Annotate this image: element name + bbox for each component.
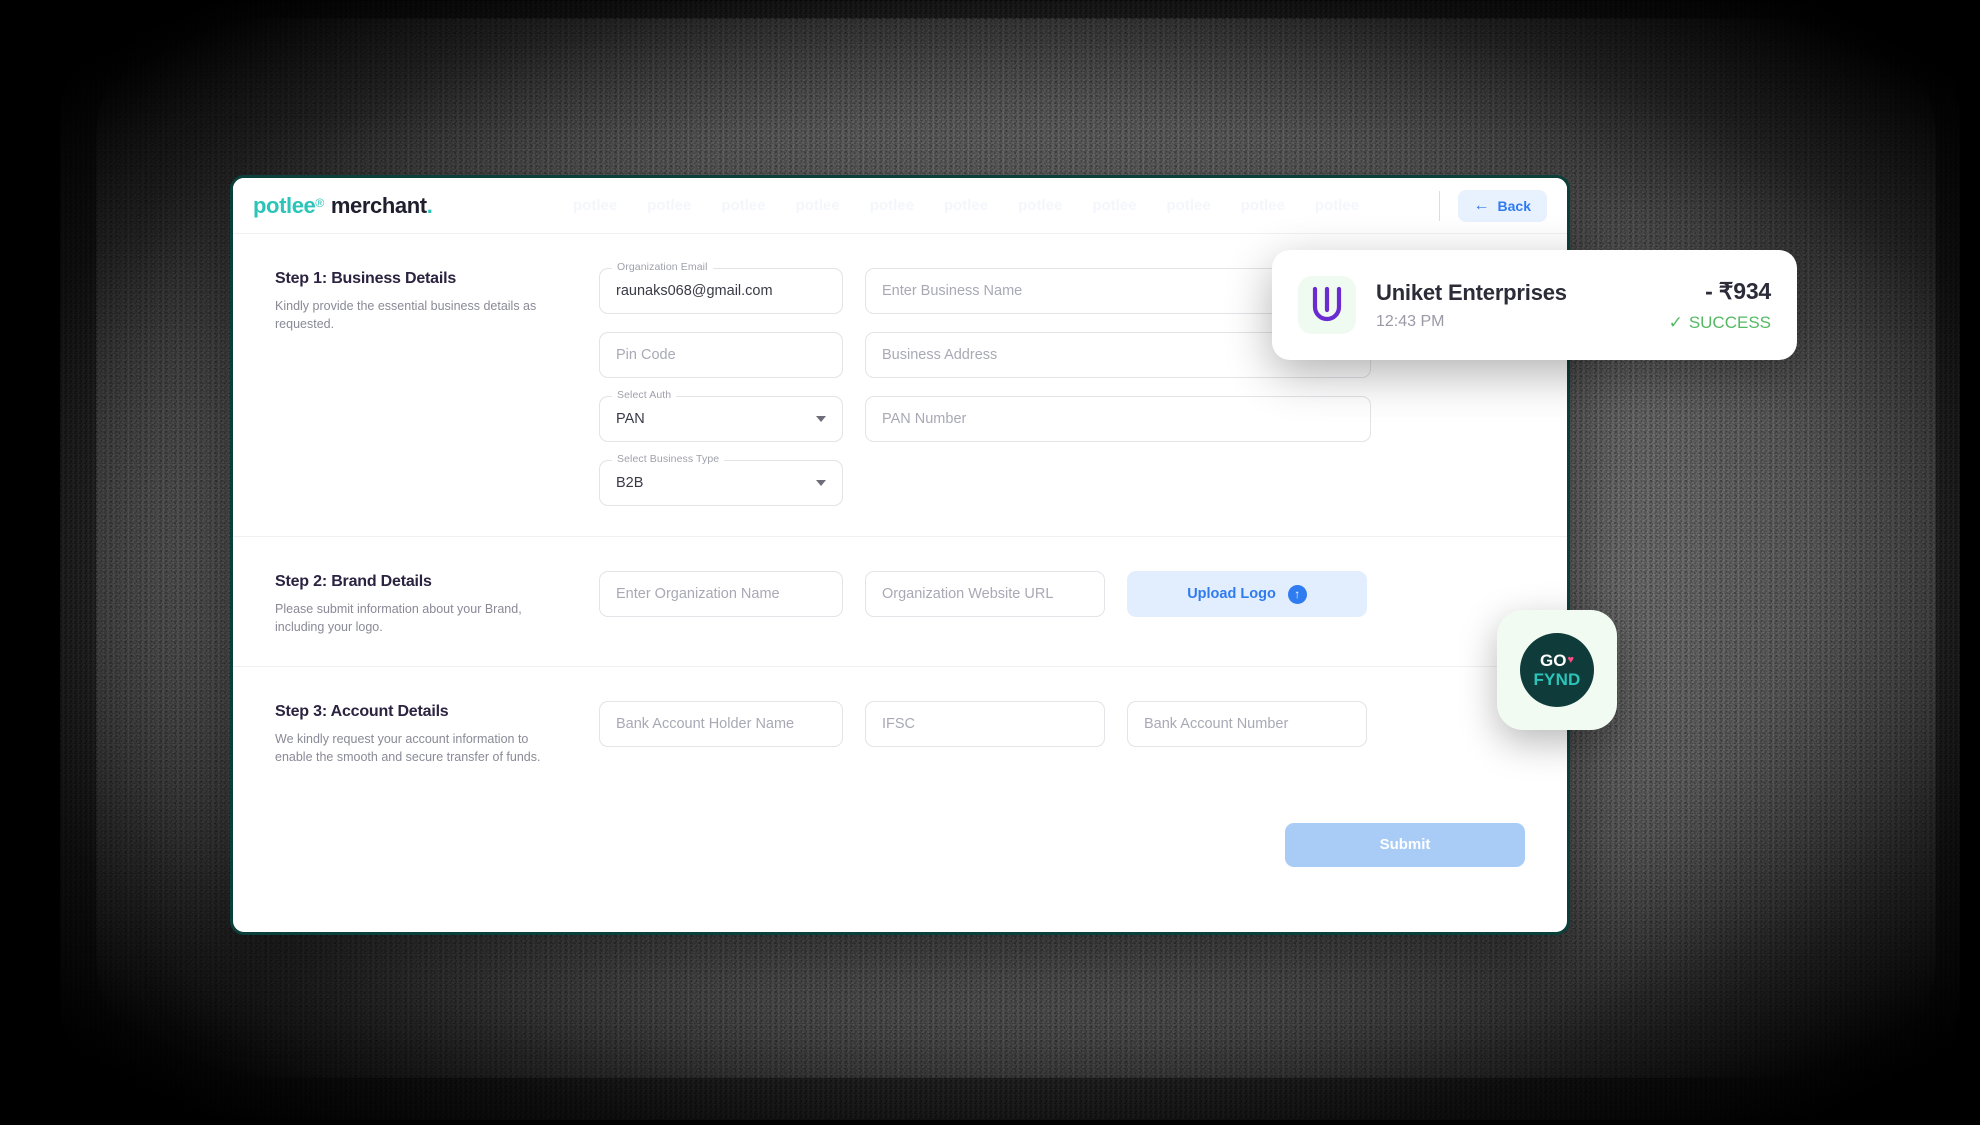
organization-website-url-input[interactable]: Organization Website URL bbox=[865, 571, 1105, 617]
transaction-amount-group: - ₹934 ✓ SUCCESS bbox=[1669, 277, 1772, 333]
header-right-group: ← Back bbox=[1438, 178, 1567, 233]
status-badge: ✓ SUCCESS bbox=[1669, 313, 1771, 333]
upload-logo-label: Upload Logo bbox=[1187, 586, 1276, 602]
organization-email-label: Organization Email bbox=[612, 261, 713, 273]
gofynd-go-label: GO bbox=[1540, 651, 1567, 670]
pin-code-input[interactable]: Pin Code bbox=[599, 332, 843, 378]
watermark-word: potlee bbox=[573, 197, 618, 214]
gofynd-fynd-label: FYND bbox=[1533, 670, 1581, 689]
step-description: Please submit information about your Bra… bbox=[275, 602, 522, 635]
watermark-word: potlee bbox=[1092, 197, 1137, 214]
upload-logo-button[interactable]: Upload Logo ↑ bbox=[1127, 571, 1367, 617]
transaction-notification-card[interactable]: Uniket Enterprises 12:43 PM - ₹934 ✓ SUC… bbox=[1272, 250, 1797, 360]
select-business-type-select[interactable]: Select Business Type B2B bbox=[599, 453, 843, 506]
organization-name-input[interactable]: Enter Organization Name bbox=[599, 571, 843, 617]
transaction-time: 12:43 PM bbox=[1376, 312, 1445, 330]
step-fields: Bank Account Holder Name IFSC Bank Account… bbox=[599, 701, 1525, 766]
pan-number-placeholder: PAN Number bbox=[882, 411, 967, 427]
select-auth-label: Select Auth bbox=[612, 389, 677, 401]
chevron-down-icon bbox=[816, 480, 826, 486]
transaction-details: Uniket Enterprises 12:43 PM bbox=[1376, 280, 1567, 331]
status-label: SUCCESS bbox=[1688, 312, 1771, 332]
brand-name-primary: potlee bbox=[253, 192, 316, 218]
watermark-word: potlee bbox=[1166, 197, 1211, 214]
organization-website-url-placeholder: Organization Website URL bbox=[882, 586, 1054, 602]
arrow-left-icon: ← bbox=[1473, 196, 1490, 214]
watermark-word: potlee bbox=[943, 197, 989, 214]
ifsc-input[interactable]: IFSC bbox=[865, 701, 1105, 748]
watermark-word: potlee bbox=[647, 197, 692, 214]
step-section: Step 3: Account Details We kindly request… bbox=[233, 666, 1567, 796]
business-address-placeholder: Business Address bbox=[882, 347, 998, 363]
step-section: Step 2: Brand Details Please submit infor… bbox=[233, 536, 1567, 666]
app-header: potlee ® merchant. potlee potlee potlee p… bbox=[233, 178, 1567, 234]
gofynd-badge[interactable]: GO ♥ FYND bbox=[1497, 610, 1617, 730]
step-fields: Enter Organization Name Organization Webs… bbox=[599, 571, 1525, 636]
select-business-type-value: B2B bbox=[616, 475, 644, 491]
gofynd-logo-icon: GO ♥ FYND bbox=[1520, 633, 1594, 707]
brand-name-secondary: merchant bbox=[330, 192, 427, 218]
watermark-word: potlee bbox=[1240, 197, 1285, 214]
ifsc-placeholder: IFSC bbox=[882, 716, 916, 733]
pan-number-input[interactable]: PAN Number bbox=[865, 396, 1371, 442]
bank-account-holder-name-input[interactable]: Bank Account Holder Name bbox=[599, 701, 843, 748]
watermark-word: potlee bbox=[795, 197, 840, 214]
upload-arrow-icon: ↑ bbox=[1287, 584, 1307, 604]
header-divider bbox=[1438, 190, 1440, 221]
submit-button[interactable]: Submit bbox=[1285, 822, 1525, 867]
select-auth-select[interactable]: Select Auth PAN bbox=[599, 389, 843, 442]
chevron-down-icon bbox=[816, 416, 826, 422]
step-description: We kindly request your account informati… bbox=[275, 732, 541, 765]
select-business-type-label: Select Business Type bbox=[612, 453, 725, 465]
watermark-word: potlee bbox=[721, 197, 766, 214]
heart-icon: ♥ bbox=[1567, 654, 1574, 666]
watermark-word: potlee bbox=[1018, 197, 1063, 214]
back-button-label: Back bbox=[1497, 197, 1531, 214]
business-name-placeholder: Enter Business Name bbox=[882, 283, 1023, 299]
watermark-word: potlee bbox=[1314, 197, 1360, 214]
bank-account-number-placeholder: Bank Account Number bbox=[1144, 716, 1289, 733]
bank-account-number-input[interactable]: Bank Account Number bbox=[1127, 701, 1367, 748]
step-info: Step 2: Brand Details Please submit infor… bbox=[275, 571, 575, 636]
step-title: Step 2: Brand Details bbox=[275, 573, 432, 590]
organization-email-input[interactable]: Organization Email raunaks068@gmail.com bbox=[599, 261, 843, 314]
brand-logo: potlee ® merchant. bbox=[253, 192, 433, 219]
bank-account-holder-name-placeholder: Bank Account Holder Name bbox=[616, 716, 795, 733]
watermark-word: potlee bbox=[869, 197, 914, 214]
pin-code-placeholder: Pin Code bbox=[616, 347, 676, 363]
registered-trademark-icon: ® bbox=[315, 195, 324, 210]
step-title: Step 1: Business Details bbox=[275, 270, 457, 287]
step-info: Step 3: Account Details We kindly request… bbox=[275, 701, 575, 766]
brand-dot: . bbox=[426, 192, 433, 218]
organization-email-value: raunaks068@gmail.com bbox=[616, 283, 773, 299]
organization-name-placeholder: Enter Organization Name bbox=[616, 586, 780, 602]
select-auth-value: PAN bbox=[616, 411, 645, 427]
header-watermark: potlee potlee potlee potlee potlee potle… bbox=[573, 178, 1387, 233]
step-title: Step 3: Account Details bbox=[275, 703, 449, 721]
gofynd-go-text: GO ♥ bbox=[1540, 652, 1574, 669]
screenshot-stage: potlee ® merchant. potlee potlee potlee p… bbox=[0, 0, 1980, 1125]
check-icon: ✓ bbox=[1668, 312, 1683, 332]
step-info: Step 1: Business Details Kindly provide t… bbox=[275, 268, 575, 506]
submit-row: Submit bbox=[233, 797, 1567, 913]
transaction-amount: - ₹934 bbox=[1705, 277, 1771, 304]
step-description: Kindly provide the essential business de… bbox=[275, 299, 537, 332]
uniket-logo-icon bbox=[1298, 276, 1356, 334]
back-button[interactable]: ← Back bbox=[1457, 189, 1547, 222]
merchant-name: Uniket Enterprises bbox=[1376, 279, 1567, 305]
